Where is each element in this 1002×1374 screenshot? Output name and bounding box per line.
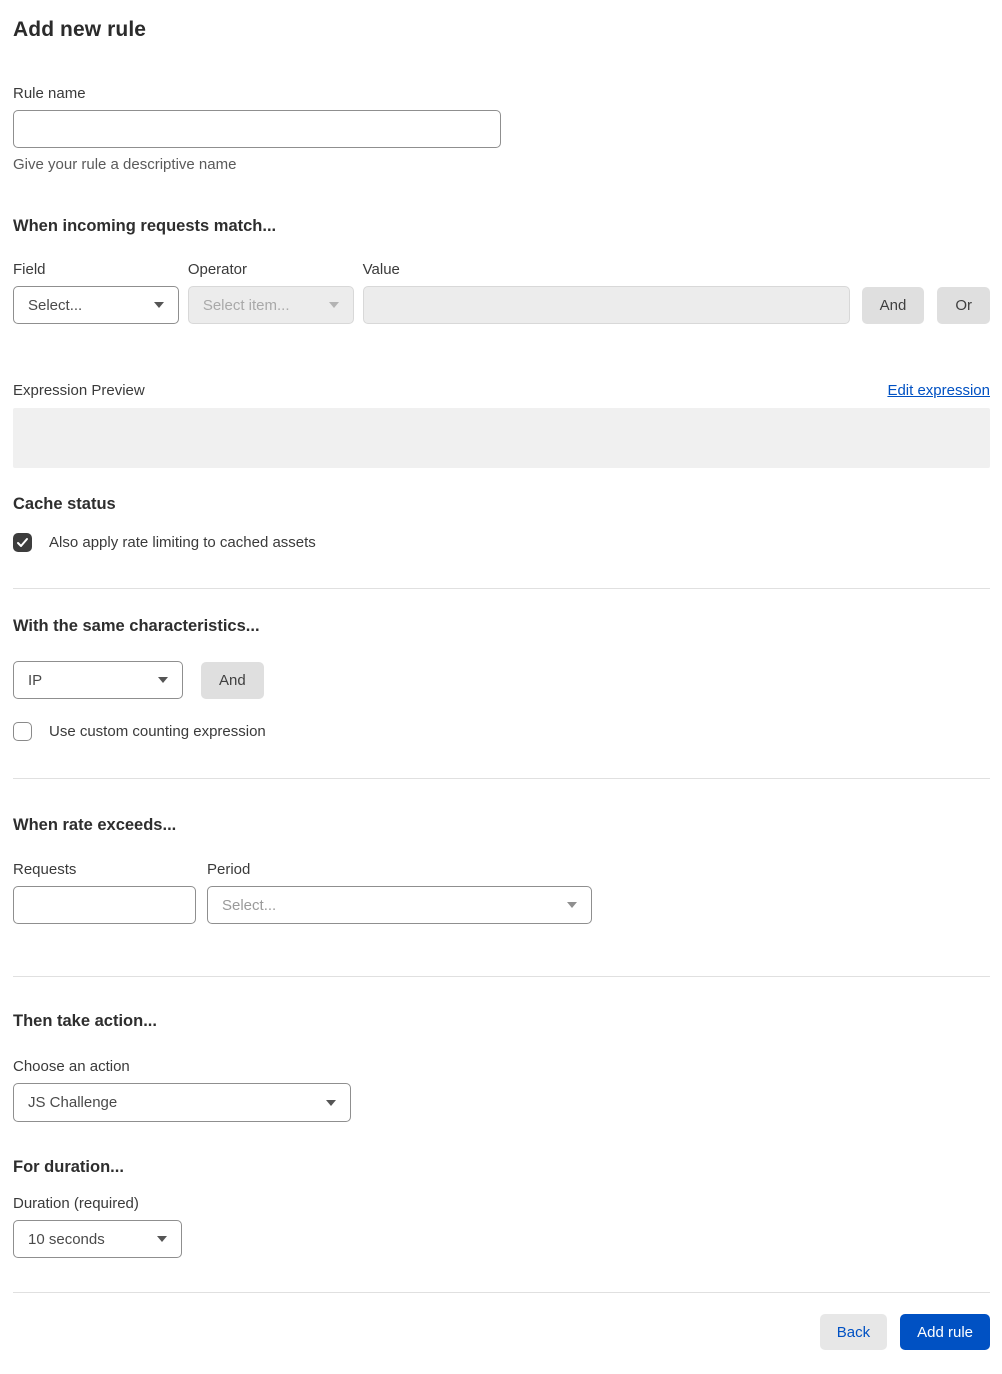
expression-preview-label: Expression Preview: [13, 382, 145, 399]
chevron-down-icon: [328, 302, 339, 308]
duration-select-value: 10 seconds: [28, 1230, 105, 1248]
requests-label: Requests: [13, 861, 77, 878]
duration-select[interactable]: 10 seconds: [13, 1220, 182, 1258]
cache-status-heading: Cache status: [13, 495, 116, 513]
rate-heading: When rate exceeds...: [13, 816, 177, 834]
operator-select: Select item...: [187, 286, 354, 324]
field-label: Field: [13, 261, 46, 278]
rule-name-helper: Give your rule a descriptive name: [13, 156, 237, 173]
action-label: Choose an action: [13, 1058, 130, 1075]
characteristic-select[interactable]: IP: [13, 661, 183, 699]
requests-group: Requests: [13, 861, 196, 924]
field-select-value: Select...: [28, 296, 83, 314]
divider: [13, 976, 990, 977]
duration-heading: For duration...: [13, 1158, 124, 1176]
chevron-down-icon: [567, 902, 577, 908]
operator-label: Operator: [187, 261, 248, 278]
action-select-value: JS Challenge: [28, 1094, 118, 1111]
and-button[interactable]: And: [861, 287, 925, 324]
field-select[interactable]: Select...: [13, 286, 179, 324]
period-group: Period Select...: [207, 861, 592, 924]
match-value-group: Value: [362, 261, 850, 324]
rule-name-label: Rule name: [13, 85, 86, 102]
match-operator-group: Operator Select item...: [187, 261, 354, 324]
action-heading: Then take action...: [13, 1012, 157, 1030]
back-button[interactable]: Back: [819, 1314, 888, 1350]
divider: [13, 588, 990, 589]
or-button[interactable]: Or: [937, 287, 990, 324]
add-rule-button[interactable]: Add rule: [900, 1314, 990, 1350]
custom-counting-label: Use custom counting expression: [49, 723, 266, 740]
operator-select-value: Select item...: [202, 296, 290, 314]
cached-assets-checkbox[interactable]: [13, 533, 32, 552]
custom-counting-checkbox[interactable]: [13, 722, 32, 741]
characteristic-and-button[interactable]: And: [201, 661, 264, 699]
cached-assets-label: Also apply rate limiting to cached asset…: [49, 534, 316, 551]
characteristics-heading: With the same characteristics...: [13, 617, 260, 635]
characteristic-select-value: IP: [28, 671, 43, 689]
edit-expression-link[interactable]: Edit expression: [887, 382, 990, 399]
match-connectors: And Or: [861, 261, 990, 324]
divider: [13, 1292, 990, 1293]
requests-input[interactable]: [13, 886, 196, 924]
value-label: Value: [362, 261, 400, 278]
action-select[interactable]: JS Challenge: [13, 1083, 351, 1122]
period-label: Period: [207, 861, 251, 878]
duration-label: Duration (required): [13, 1195, 139, 1212]
chevron-down-icon: [326, 1099, 336, 1106]
chevron-down-icon: [158, 677, 168, 683]
divider: [13, 778, 990, 779]
match-field-group: Field Select...: [13, 261, 179, 324]
period-select[interactable]: Select...: [207, 886, 592, 924]
rule-name-input[interactable]: [13, 110, 501, 148]
page-title: Add new rule: [13, 18, 147, 41]
expression-preview-box: [13, 408, 990, 468]
chevron-down-icon: [153, 302, 164, 308]
footer-actions: Back Add rule: [13, 1314, 990, 1350]
value-input: [362, 286, 850, 324]
match-section-heading: When incoming requests match...: [13, 217, 277, 235]
rule-name-group: Rule name Give your rule a descriptive n…: [13, 85, 990, 173]
add-rule-form: Add new rule Rule name Give your rule a …: [0, 0, 1002, 1374]
chevron-down-icon: [157, 1236, 167, 1242]
period-select-value: Select...: [222, 896, 277, 914]
checkmark-icon: [17, 538, 28, 547]
